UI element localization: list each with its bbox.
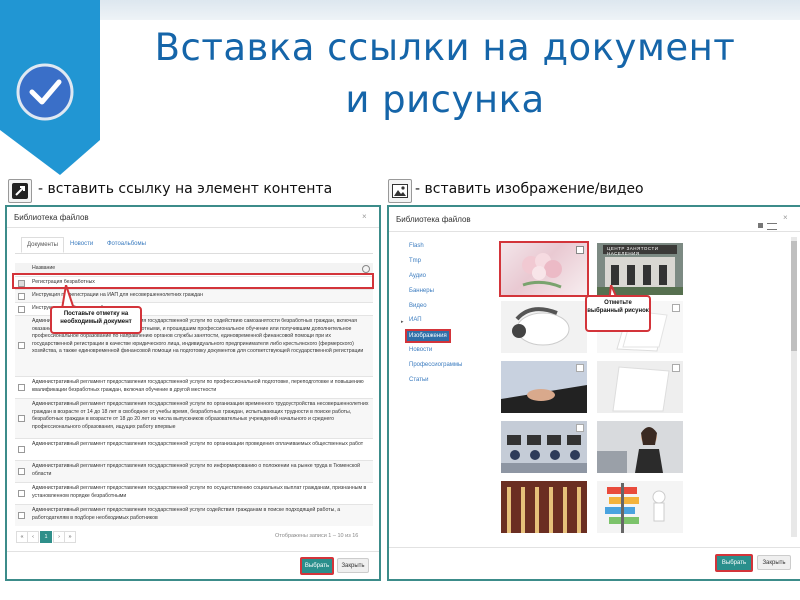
row-title: Административный регламент предоставлени… (32, 441, 364, 447)
image-thumb-classroom[interactable] (501, 421, 587, 473)
category-profession-charts[interactable]: Профессиограммы (409, 362, 462, 368)
category-images[interactable]: Изображения (405, 329, 451, 343)
records-info: Отображены записи 1 – 10 из 16 (275, 533, 359, 539)
image-checkbox[interactable] (576, 424, 584, 432)
headset-image-icon (512, 307, 570, 346)
image-thumb-keyboard[interactable] (501, 361, 587, 413)
category-articles[interactable]: Статьи (409, 377, 428, 383)
close-icon[interactable]: × (362, 212, 367, 221)
image-thumb-woman[interactable] (597, 421, 683, 473)
divider (7, 551, 379, 552)
scrollbar[interactable] (791, 237, 797, 537)
divider (7, 227, 379, 228)
slide-title-line2: и рисунка (345, 78, 545, 121)
tab-documents[interactable]: Документы (21, 237, 64, 253)
table-row[interactable]: Административный регламент предоставлени… (15, 376, 373, 398)
category-iap[interactable]: ИАП (409, 317, 422, 323)
pager: « ‹ 1 › » (16, 531, 76, 543)
select-button[interactable]: Выбрать (715, 554, 753, 572)
checkmark-badge-icon (0, 0, 100, 175)
left-file-library-dialog: Библиотека файлов × Документы Новости Фо… (5, 205, 381, 581)
row-title: Административный регламент предоставлени… (32, 485, 367, 499)
selected-image-highlight (499, 241, 589, 297)
row-checkbox[interactable] (18, 468, 25, 475)
callout-select-document: Поставьте отметку на необходимый докумен… (50, 306, 142, 334)
sheet-image-icon (612, 366, 670, 412)
close-button[interactable]: Закрыть (337, 558, 369, 573)
row-checkbox[interactable] (18, 384, 25, 391)
row-checkbox[interactable] (18, 293, 25, 300)
tab-news[interactable]: Новости (65, 237, 98, 251)
table-row[interactable]: Административный регламент предоставлени… (15, 438, 373, 460)
divider (389, 231, 800, 232)
table-row[interactable]: Административный регламент предоставлени… (15, 460, 373, 482)
pager-page-1[interactable]: 1 (40, 531, 52, 543)
factory-image-icon (501, 481, 587, 533)
category-video[interactable]: Видео (409, 303, 427, 309)
tab-bar: Документы Новости Фотоальбомы (15, 235, 373, 254)
scrollbar-thumb[interactable] (791, 241, 797, 351)
image-thumb-sheet[interactable] (597, 361, 683, 413)
grid-view-icon[interactable] (758, 223, 763, 228)
dialog-title: Библиотека файлов (14, 213, 89, 222)
keyboard-image-icon (501, 361, 587, 413)
classroom-image-icon (501, 421, 587, 473)
image-checkbox[interactable] (672, 364, 680, 372)
building-sign-text: ЦЕНТР ЗАНЯТОСТИ НАСЕЛЕНИЯ (607, 246, 659, 256)
row-checkbox[interactable] (18, 446, 25, 453)
image-thumb-headset[interactable] (501, 301, 587, 353)
expand-arrow-icon[interactable]: ▸ (401, 319, 404, 325)
row-checkbox[interactable] (18, 342, 25, 349)
row-title: Административный регламент предоставлени… (32, 379, 364, 393)
close-button[interactable]: Закрыть (757, 555, 791, 570)
slide-title-line1: Вставка ссылки на документ (154, 26, 736, 69)
tab-photoalbums[interactable]: Фотоальбомы (102, 237, 151, 251)
table-row[interactable]: Административный регламент предоставлени… (15, 482, 373, 504)
image-checkbox[interactable] (576, 364, 584, 372)
row-checkbox[interactable] (18, 415, 25, 422)
row-checkbox[interactable] (18, 490, 25, 497)
signpost-image-icon (597, 481, 683, 533)
list-view-icon[interactable] (767, 223, 777, 230)
category-audio[interactable]: Аудио (409, 273, 426, 279)
image-checkbox[interactable] (672, 304, 680, 312)
settings-icon[interactable] (362, 265, 370, 273)
row-title: Административный регламент предоставлени… (32, 463, 361, 477)
insert-image-icon (388, 179, 412, 203)
image-thumb-signpost[interactable] (597, 481, 683, 533)
slide-title: Вставка ссылки на документ и рисунка (120, 22, 770, 126)
category-tmp[interactable]: Tmp (409, 258, 421, 264)
column-header-name: Название (32, 265, 56, 271)
row-title: Административный регламент предоставлени… (32, 401, 369, 430)
header-band (0, 0, 800, 20)
close-icon[interactable]: × (783, 213, 788, 222)
divider (389, 547, 800, 548)
callout-select-image: Отметьте выбранный рисунок (585, 295, 651, 332)
table-row[interactable]: Административный регламент предоставлени… (15, 504, 373, 526)
row-checkbox[interactable] (18, 306, 25, 313)
category-list: Flash Tmp Аудио Баннеры Видео ИАП Изобра… (405, 243, 489, 393)
image-thumb-factory[interactable] (501, 481, 587, 533)
pager-prev-button[interactable]: ‹ (27, 531, 39, 543)
dialog-title: Библиотека файлов (396, 215, 471, 224)
category-banners[interactable]: Баннеры (409, 288, 434, 294)
row-checkbox[interactable] (18, 512, 25, 519)
row-title: Инструкция по регистрации на ИАП для нес… (32, 292, 203, 298)
woman-image-icon (597, 421, 683, 473)
category-news[interactable]: Новости (409, 347, 432, 353)
select-button[interactable]: Выбрать (300, 557, 334, 575)
category-flash[interactable]: Flash (409, 243, 424, 249)
pager-last-button[interactable]: » (64, 531, 76, 543)
row-title: Административный регламент предоставлени… (32, 507, 341, 521)
right-file-library-dialog: Библиотека файлов × Flash Tmp Аудио Банн… (387, 205, 800, 581)
caption-insert-link: - вставить ссылку на элемент контента (38, 181, 333, 197)
insert-link-icon (8, 179, 32, 203)
view-toggle[interactable] (758, 223, 780, 230)
caption-insert-image: - вставить изображение/видео (415, 181, 644, 197)
table-row[interactable]: Административный регламент предоставлени… (15, 398, 373, 438)
